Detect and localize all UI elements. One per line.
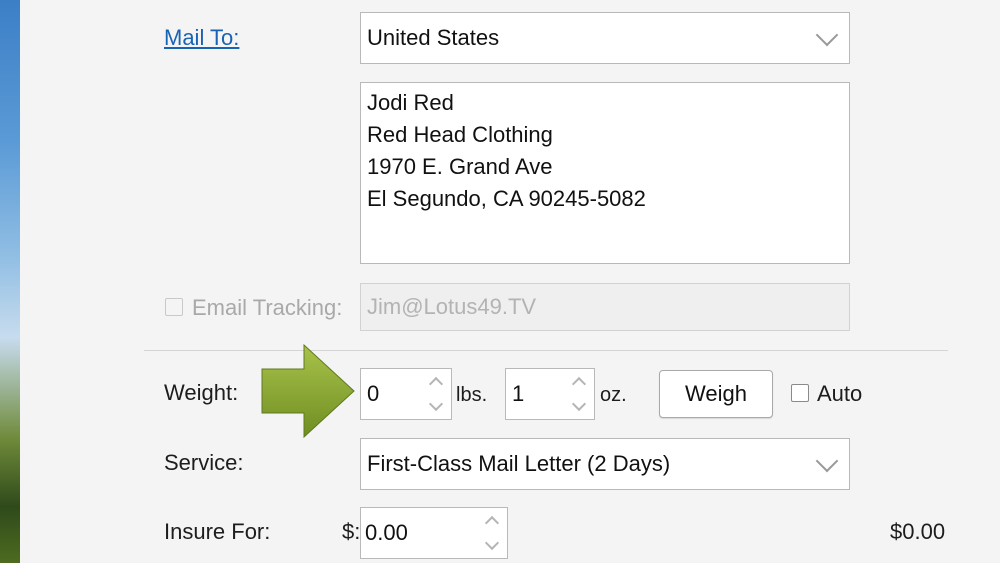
email-tracking-value: Jim@Lotus49.TV: [367, 294, 537, 319]
arrow-pointer-icon: [261, 343, 355, 439]
weight-lbs-value: 0: [367, 381, 380, 406]
country-value: United States: [367, 25, 500, 50]
address-line: Red Head Clothing: [367, 122, 553, 147]
service-label: Service:: [164, 450, 244, 475]
stepper-arrows-icon[interactable]: [571, 375, 587, 413]
email-tracking-label: Email Tracking:: [192, 295, 343, 320]
insurance-cost: $0.00: [890, 519, 946, 544]
weight-label: Weight:: [164, 380, 239, 405]
weight-lbs-stepper[interactable]: 0: [360, 368, 452, 420]
weight-oz-stepper[interactable]: 1: [505, 368, 595, 420]
chevron-down-icon: [815, 23, 839, 47]
address-line: 1970 E. Grand Ave: [367, 154, 553, 179]
desktop-background: [0, 0, 20, 563]
address-textarea[interactable]: Jodi Red Red Head Clothing 1970 E. Grand…: [360, 82, 850, 264]
service-value: First-Class Mail Letter (2 Days): [367, 451, 671, 476]
service-select[interactable]: First-Class Mail Letter (2 Days): [360, 438, 850, 490]
weight-oz-unit: oz.: [600, 384, 627, 406]
insure-amount-stepper[interactable]: 0.00: [360, 507, 508, 559]
mail-to-link[interactable]: Mail To:: [164, 25, 239, 51]
email-tracking-field[interactable]: Jim@Lotus49.TV: [360, 283, 850, 331]
insure-amount-value: 0.00: [365, 520, 408, 545]
country-select[interactable]: United States: [360, 12, 850, 64]
weight-lbs-unit: lbs.: [456, 384, 488, 406]
stepper-arrows-icon[interactable]: [484, 514, 500, 552]
weight-oz-value: 1: [512, 381, 525, 406]
shipping-form-panel: Mail To: United States Jodi Red Red Head…: [20, 0, 1000, 563]
email-tracking-checkbox[interactable]: [165, 298, 183, 316]
insure-currency-label: $:: [342, 519, 361, 544]
stepper-arrows-icon[interactable]: [428, 375, 444, 413]
auto-label: Auto: [817, 381, 863, 406]
auto-checkbox[interactable]: [791, 384, 809, 402]
chevron-down-icon: [815, 449, 839, 473]
address-line: Jodi Red: [367, 90, 454, 115]
insure-label: Insure For:: [164, 519, 271, 544]
weigh-button[interactable]: Weigh: [659, 370, 773, 418]
address-line: El Segundo, CA 90245-5082: [367, 186, 646, 211]
